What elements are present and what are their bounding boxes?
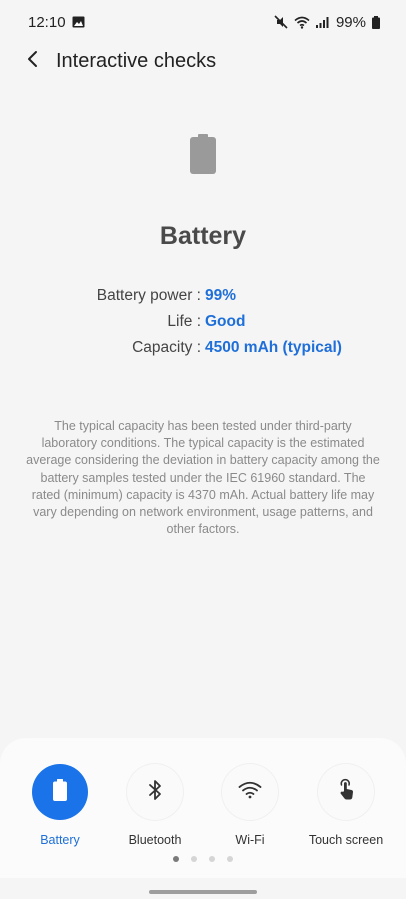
info-label: Battery power :: [96, 287, 201, 304]
status-left: 12:10: [28, 14, 85, 31]
wifi-icon: [294, 16, 310, 29]
info-value: Good: [205, 313, 246, 330]
page-indicator: [0, 856, 406, 862]
section-title: Battery: [159, 222, 247, 250]
info-row-capacity: Capacity : 4500 mAh (typical): [0, 337, 406, 359]
gesture-nav-handle[interactable]: [149, 890, 257, 894]
check-touch-screen-circle[interactable]: [318, 764, 374, 820]
page-dot-active[interactable]: [173, 856, 179, 862]
info-row-battery-power: Battery power : 99%: [0, 285, 406, 307]
status-right: 99%: [274, 14, 380, 31]
check-label: Wi-Fi: [235, 833, 265, 847]
check-bluetooth[interactable]: Bluetooth: [107, 764, 203, 847]
back-button[interactable]: [16, 44, 50, 78]
page-title: Interactive checks: [56, 49, 217, 72]
check-battery-circle[interactable]: [32, 764, 88, 820]
check-bluetooth-circle[interactable]: [127, 764, 183, 820]
check-label: Battery: [40, 833, 80, 847]
check-touch-screen[interactable]: Touch screen: [298, 764, 394, 847]
info-row-life: Life : Good: [0, 311, 406, 333]
checks-panel: Battery Bluetooth Wi-Fi Touch screen: [0, 738, 406, 878]
mute-icon: [274, 15, 288, 29]
status-time: 12:10: [28, 13, 66, 31]
info-value: 99%: [205, 287, 237, 304]
status-battery-percent: 99%: [335, 13, 366, 31]
check-wifi-circle[interactable]: [222, 764, 278, 820]
info-label: Capacity :: [132, 339, 201, 356]
page-dot[interactable]: [227, 856, 233, 862]
status-bar: 12:10 99%: [0, 0, 406, 44]
info-value: 4500 mAh (typical): [205, 339, 342, 356]
wifi-icon: [238, 781, 262, 804]
signal-icon: [315, 16, 330, 28]
check-label: Bluetooth: [128, 833, 182, 847]
battery-icon: [53, 778, 67, 806]
chevron-left-icon: [27, 50, 39, 73]
info-label: Life :: [167, 313, 201, 330]
page-dot[interactable]: [191, 856, 197, 862]
check-battery[interactable]: Battery: [12, 764, 108, 847]
check-wifi[interactable]: Wi-Fi: [202, 764, 298, 847]
image-icon: [72, 16, 85, 28]
check-label: Touch screen: [308, 833, 384, 847]
battery-icon: [372, 15, 380, 29]
battery-icon: [190, 134, 216, 174]
capacity-disclaimer: The typical capacity has been tested und…: [26, 419, 380, 537]
page-dot[interactable]: [209, 856, 215, 862]
app-header: Interactive checks: [0, 44, 406, 78]
bluetooth-icon: [148, 779, 162, 806]
touch-icon: [336, 778, 356, 807]
